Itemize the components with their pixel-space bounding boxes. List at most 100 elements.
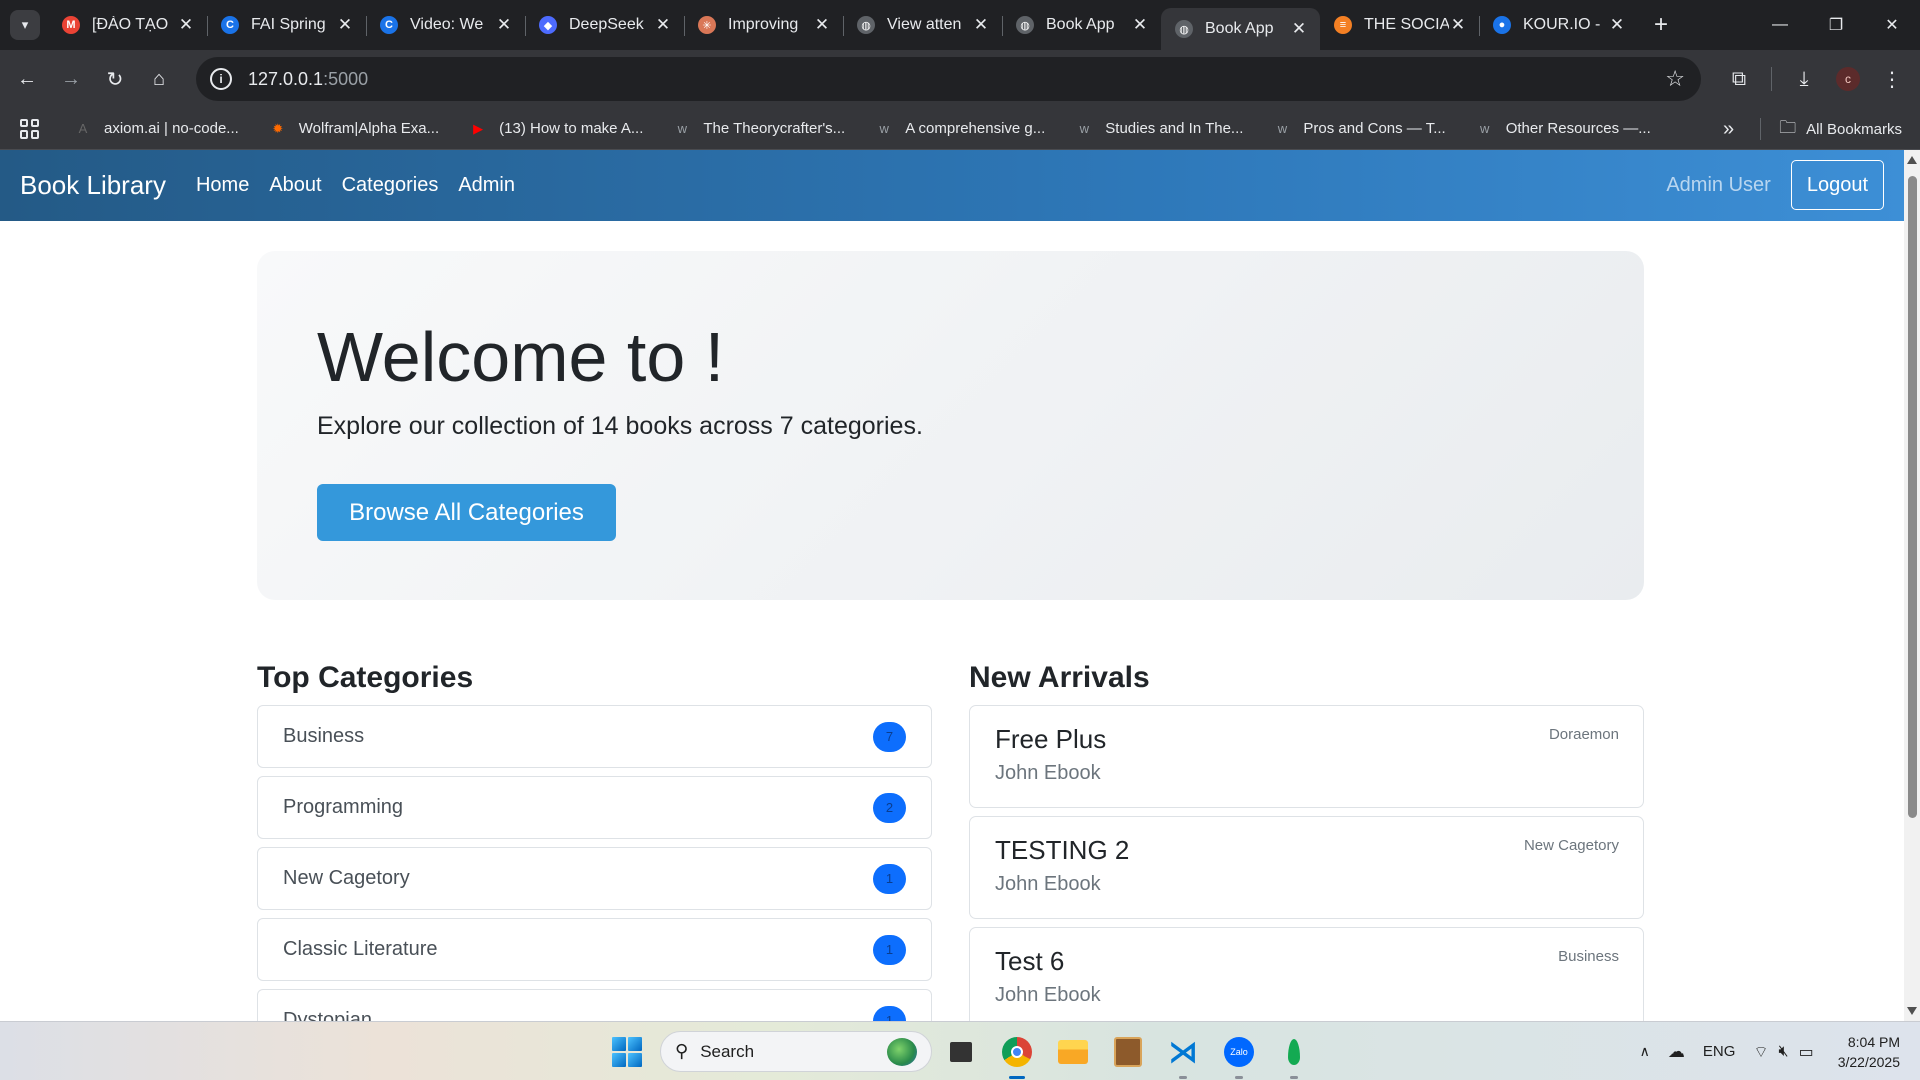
- back-arrow-icon[interactable]: ←: [5, 57, 49, 101]
- globe-icon: ◍: [1175, 20, 1193, 38]
- zalo-icon[interactable]: Zalo: [1221, 1034, 1257, 1079]
- new-arrival-card[interactable]: Test 6 John Ebook Business: [969, 927, 1644, 1021]
- windows-start-icon[interactable]: [612, 1037, 642, 1067]
- hero-title: Welcome to !: [317, 318, 725, 396]
- bookmark-item[interactable]: ▶ (13) How to make A...: [469, 120, 643, 138]
- browser-tab[interactable]: ◍ Book App ✕: [1002, 0, 1161, 50]
- bookmark-item[interactable]: w Studies and In The...: [1075, 120, 1244, 138]
- book-title[interactable]: Free Plus: [995, 724, 1106, 755]
- apps-grid-icon[interactable]: [20, 118, 40, 139]
- category-list-item[interactable]: New Cagetory 1: [257, 847, 932, 910]
- category-list-item[interactable]: Programming 2: [257, 776, 932, 839]
- tab-close-icon[interactable]: ✕: [1449, 15, 1467, 35]
- bookmark-item[interactable]: Aaxiom.ai | no-code...: [74, 120, 239, 138]
- browser-tab[interactable]: ● KOUR.IO - ✕: [1479, 0, 1638, 50]
- taskbar-search[interactable]: ⚲ Search: [660, 1031, 932, 1072]
- browser-tab[interactable]: M [ĐÀO TẠO ✕: [48, 0, 207, 50]
- site-info-icon[interactable]: i: [210, 68, 232, 90]
- scrollbar-thumb[interactable]: [1908, 176, 1917, 818]
- chrome-taskbar-icon[interactable]: [999, 1034, 1035, 1079]
- category-count-badge: 1: [873, 863, 906, 894]
- reload-icon[interactable]: ↻: [93, 57, 137, 101]
- bookmark-star-icon[interactable]: ☆: [1665, 66, 1685, 92]
- book-author: John Ebook: [995, 984, 1101, 1006]
- nav-home[interactable]: Home: [196, 174, 249, 197]
- browser-tab[interactable]: ◆ DeepSeek ✕: [525, 0, 684, 50]
- profile-avatar[interactable]: c: [1826, 57, 1870, 101]
- nav-categories[interactable]: Categories: [342, 174, 439, 197]
- claude-icon: ✳: [698, 16, 716, 34]
- battery-icon[interactable]: ▭: [1799, 1042, 1814, 1062]
- tab-list: M [ĐÀO TẠO ✕ C FAI Spring ✕ C Video: We ✕ ◆ DeepSe…: [48, 0, 1638, 50]
- tab-close-icon[interactable]: ✕: [177, 15, 195, 35]
- category-list-item[interactable]: Dystopian 1: [257, 989, 932, 1021]
- bookmark-item[interactable]: w A comprehensive g...: [875, 120, 1045, 138]
- close-window-icon[interactable]: ✕: [1864, 0, 1920, 50]
- restore-icon[interactable]: ❐: [1808, 0, 1864, 50]
- search-highlight-globe-icon: [887, 1038, 917, 1066]
- tab-close-icon[interactable]: ✕: [495, 15, 513, 35]
- category-list-item[interactable]: Classic Literature 1: [257, 918, 932, 981]
- vscode-icon[interactable]: ⋊: [1165, 1034, 1201, 1079]
- onedrive-cloud-icon[interactable]: ☁: [1668, 1042, 1685, 1062]
- all-bookmarks-link[interactable]: All Bookmarks: [1806, 121, 1902, 138]
- category-count-badge: 7: [873, 721, 906, 752]
- language-indicator[interactable]: ENG: [1703, 1043, 1736, 1060]
- browser-tab[interactable]: C FAI Spring ✕: [207, 0, 366, 50]
- browser-tab[interactable]: ◍ Book App ✕: [1161, 8, 1320, 50]
- new-tab-plus-icon[interactable]: +: [1646, 10, 1676, 40]
- mongodb-leaf-icon[interactable]: [1276, 1034, 1312, 1079]
- c-icon: C: [380, 16, 398, 34]
- category-list-item[interactable]: Business 7: [257, 705, 932, 768]
- file-explorer-icon[interactable]: [1055, 1034, 1091, 1070]
- new-arrival-card[interactable]: Free Plus John Ebook Doraemon: [969, 705, 1644, 808]
- bookmark-item[interactable]: w The Theorycrafter's...: [673, 120, 846, 138]
- forward-arrow-icon[interactable]: →: [49, 57, 93, 101]
- browser-tab[interactable]: ◍ View atten ✕: [843, 0, 1002, 50]
- home-icon[interactable]: ⌂: [137, 57, 181, 101]
- more-bookmarks-chevron-icon[interactable]: »: [1723, 118, 1734, 141]
- minimize-icon[interactable]: —: [1752, 0, 1808, 50]
- brand-link[interactable]: Book Library: [20, 170, 166, 201]
- browser-tab[interactable]: ≡ THE SOCIA ✕: [1320, 0, 1479, 50]
- new-arrival-card[interactable]: TESTING 2 John Ebook New Cagetory: [969, 816, 1644, 919]
- tab-close-icon[interactable]: ✕: [813, 15, 831, 35]
- category-count-badge: 2: [873, 792, 906, 823]
- book-title[interactable]: TESTING 2: [995, 835, 1129, 866]
- tab-close-icon[interactable]: ✕: [336, 15, 354, 35]
- new-arrivals-title: New Arrivals: [969, 661, 1150, 694]
- book-title[interactable]: Test 6: [995, 946, 1064, 977]
- extensions-puzzle-icon[interactable]: ⧉: [1717, 57, 1761, 101]
- tab-close-icon[interactable]: ✕: [1608, 15, 1626, 35]
- tab-close-icon[interactable]: ✕: [1131, 15, 1149, 35]
- new-arrivals-list: Free Plus John Ebook Doraemon TESTING 2 John…: [969, 705, 1644, 1021]
- system-clock[interactable]: 8:04 PM 3/22/2025: [1838, 1032, 1900, 1072]
- download-icon[interactable]: ⤓: [1782, 57, 1826, 101]
- bookmark-item[interactable]: ✹ Wolfram|Alpha Exa...: [269, 120, 439, 138]
- scroll-up-arrow-icon[interactable]: [1907, 156, 1917, 164]
- tab-search-chevron-icon[interactable]: ▾: [10, 10, 40, 40]
- page-scrollbar[interactable]: [1904, 150, 1920, 1021]
- tab-close-icon[interactable]: ✕: [1290, 19, 1308, 39]
- nav-about[interactable]: About: [269, 174, 321, 197]
- tab-close-icon[interactable]: ✕: [654, 15, 672, 35]
- volume-muted-icon[interactable]: 🔇︎: [1778, 1043, 1788, 1061]
- category-name: Programming: [283, 796, 404, 818]
- browser-tab[interactable]: C Video: We ✕: [366, 0, 525, 50]
- photo-app-icon[interactable]: [1110, 1034, 1146, 1070]
- bookmark-item[interactable]: w Pros and Cons — T...: [1273, 120, 1446, 138]
- bookmark-item[interactable]: w Other Resources —...: [1476, 120, 1651, 138]
- nav-right: Admin User Logout: [1666, 160, 1884, 210]
- browser-tab[interactable]: ✳ Improving ✕: [684, 0, 843, 50]
- task-view-icon[interactable]: [943, 1034, 979, 1070]
- nav-admin[interactable]: Admin: [458, 174, 515, 197]
- tray-overflow-chevron-icon[interactable]: ∧: [1640, 1043, 1650, 1060]
- scroll-down-arrow-icon[interactable]: [1907, 1007, 1917, 1015]
- logout-button[interactable]: Logout: [1790, 160, 1884, 210]
- address-bar[interactable]: i 127.0.0.1:5000 ☆: [196, 57, 1701, 101]
- menu-kebab-icon[interactable]: ⋮: [1870, 57, 1914, 101]
- profile-initial: c: [1836, 67, 1860, 91]
- tab-close-icon[interactable]: ✕: [972, 15, 990, 35]
- browse-all-categories-button[interactable]: Browse All Categories: [317, 484, 616, 541]
- wifi-icon[interactable]: ⌔: [1753, 1042, 1768, 1062]
